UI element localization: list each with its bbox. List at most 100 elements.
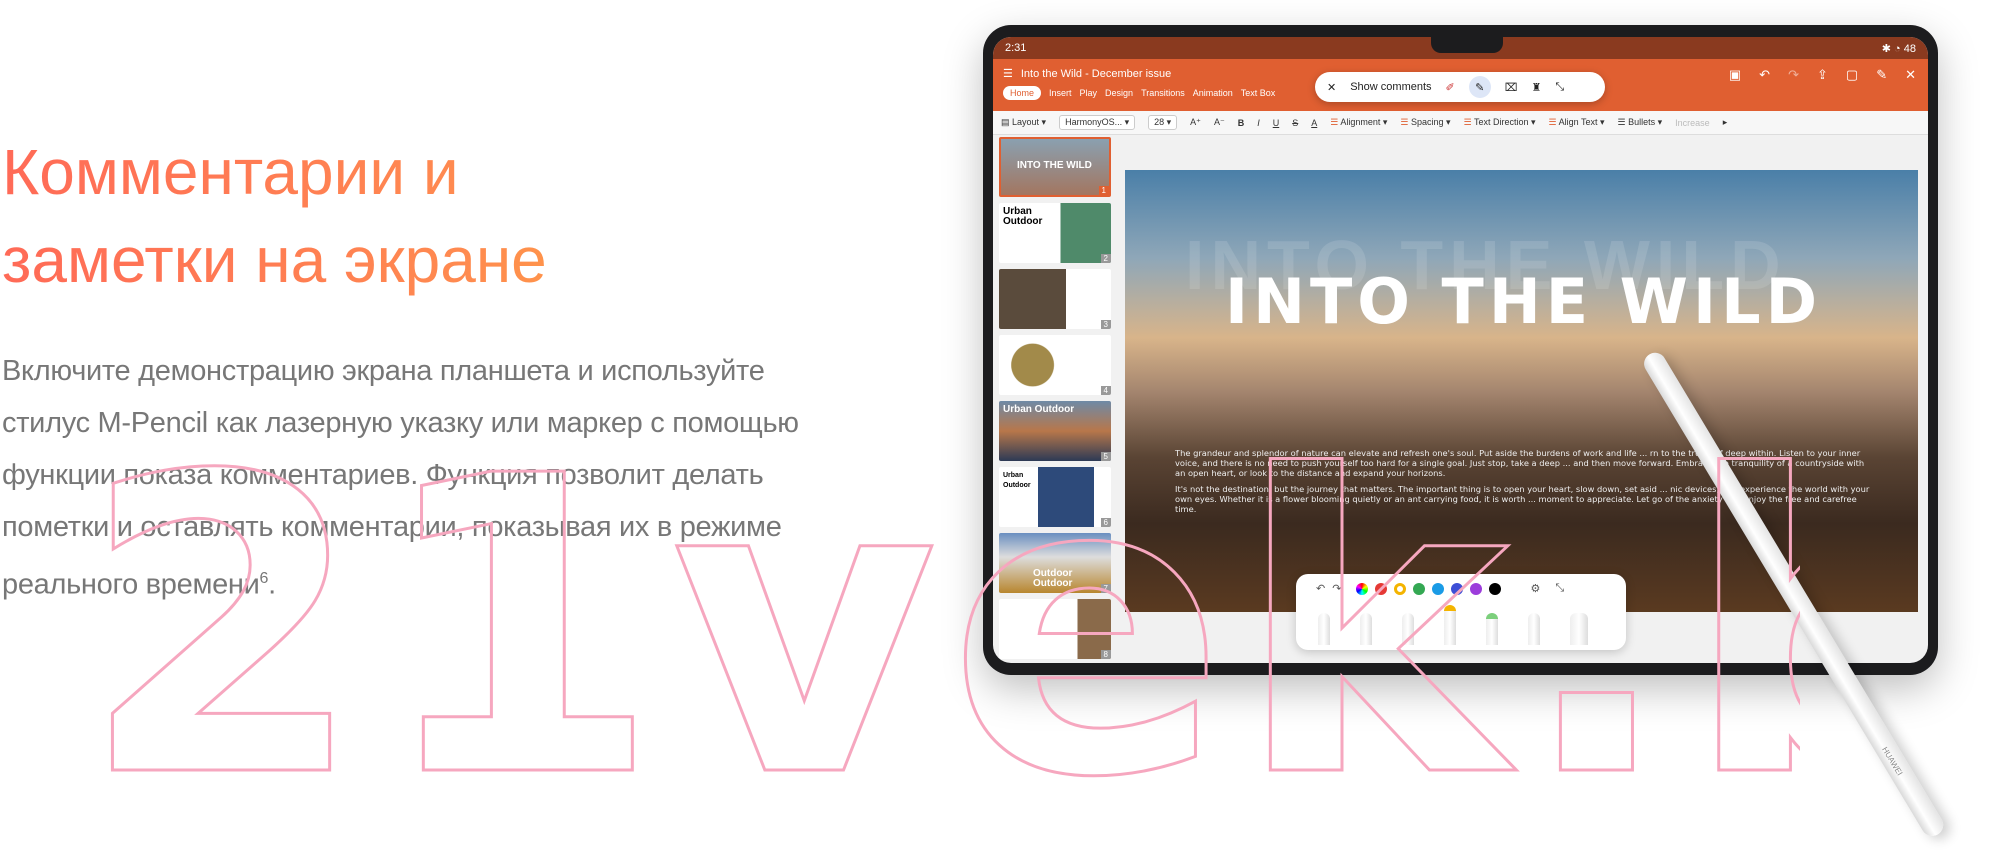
bullets-button[interactable]: ☰ Bullets ▾ xyxy=(1618,117,1663,128)
spacing-button[interactable]: ☰ Spacing ▾ xyxy=(1400,117,1450,128)
thumbnail-7[interactable]: Outdoor Outdoor 7 xyxy=(999,533,1111,593)
heading-line-1: Комментарии и xyxy=(2,136,459,208)
underline-icon[interactable]: U xyxy=(1273,118,1280,128)
menu-icon[interactable]: ☰ xyxy=(1003,67,1013,80)
tab-transitions[interactable]: Transitions xyxy=(1141,88,1185,98)
increase-font-icon[interactable]: A⁺ xyxy=(1190,117,1201,128)
camera-notch xyxy=(1431,37,1503,53)
redo-icon[interactable]: ↷ xyxy=(1788,67,1799,83)
layout-label: Layout xyxy=(1012,117,1040,127)
tab-home[interactable]: Home xyxy=(1003,86,1042,100)
align-text-button[interactable]: ☰ Align Text ▾ xyxy=(1549,117,1605,128)
thumbnail-4[interactable]: 4 xyxy=(999,335,1111,395)
annotate-icon[interactable]: ✎ xyxy=(1876,67,1887,83)
thumbnail-title: INTO THE WILD xyxy=(1017,160,1092,171)
bold-icon[interactable]: B xyxy=(1238,118,1245,128)
alignment-label: Alignment xyxy=(1340,117,1381,127)
tab-insert[interactable]: Insert xyxy=(1049,88,1072,98)
color-swatch-black[interactable] xyxy=(1489,582,1502,595)
font-size-value: 28 xyxy=(1154,117,1165,127)
ballpoint-pen-tool[interactable] xyxy=(1318,613,1330,645)
color-swatch-purple[interactable] xyxy=(1470,582,1483,595)
color-swatch-indigo[interactable] xyxy=(1451,582,1464,595)
font-value: HarmonyOS... xyxy=(1065,117,1123,127)
tab-play[interactable]: Play xyxy=(1080,88,1098,98)
italic-icon[interactable]: I xyxy=(1257,118,1260,128)
lasso-tool[interactable] xyxy=(1528,613,1540,645)
thumbnail-number: 4 xyxy=(1100,386,1111,395)
thumbnail-title: Urban Outdoor xyxy=(1003,472,1031,489)
clear-icon[interactable]: ♜ xyxy=(1531,81,1541,94)
font-select[interactable]: HarmonyOS... ▾ xyxy=(1059,115,1136,130)
text-direction-label: Text Direction xyxy=(1473,117,1529,127)
footnote[interactable]: 6 xyxy=(260,570,269,587)
collapse-icon[interactable]: ⤡ xyxy=(1555,582,1564,595)
decrease-font-icon[interactable]: A⁻ xyxy=(1214,117,1225,128)
thumbnail-title: Outdoor Outdoor xyxy=(1033,568,1073,589)
color-swatch-blue[interactable] xyxy=(1432,582,1445,595)
slide-canvas[interactable]: INTO THE WILD INTO THE WILD The grandeur… xyxy=(1125,170,1918,612)
share-icon[interactable]: ⇪ xyxy=(1817,67,1828,83)
tab-design[interactable]: Design xyxy=(1105,88,1133,98)
status-time: 2:31 xyxy=(1005,42,1027,54)
text-direction-button[interactable]: ☰ Text Direction ▾ xyxy=(1464,117,1536,128)
battery-level: 48 xyxy=(1903,42,1916,55)
thumbnail-2[interactable]: Urban Outdoor 2 xyxy=(999,203,1111,263)
pen-icon[interactable]: ✎ xyxy=(1468,76,1491,98)
highlighter-tool[interactable] xyxy=(1486,613,1498,645)
undo-icon[interactable]: ↶ xyxy=(1759,67,1770,83)
thumbnail-1[interactable]: INTO THE WILD 1 xyxy=(999,137,1111,197)
settings-icon[interactable]: ⚙ xyxy=(1530,582,1540,595)
page-icon[interactable]: ▢ xyxy=(1846,67,1858,83)
thumbnail-number: 6 xyxy=(1100,518,1111,527)
thumbnail-3[interactable]: 3 xyxy=(999,269,1111,329)
slide-title: INTO THE WILD xyxy=(1225,265,1823,338)
thumbnail-number: 1 xyxy=(1098,186,1109,195)
slide-paragraph-2: It's not the destination, but the journe… xyxy=(1175,484,1870,514)
align-text-label: Align Text xyxy=(1558,117,1598,127)
marker-tool[interactable] xyxy=(1444,605,1456,645)
eraser-tool[interactable] xyxy=(1570,613,1588,645)
alignment-button[interactable]: ☰ Alignment ▾ xyxy=(1330,117,1387,128)
stylus-brand: HUAWEI xyxy=(1880,745,1905,778)
description: Включите демонстрацию экрана планшета и … xyxy=(2,345,802,611)
format-toolbar: ▤ Layout ▾ HarmonyOS... ▾ 28 ▾ A⁺ A⁻ B I U S… xyxy=(993,111,1928,135)
tab-text-box[interactable]: Text Box xyxy=(1241,88,1276,98)
font-color-icon[interactable]: A xyxy=(1311,118,1317,128)
eraser-icon[interactable]: ⌧ xyxy=(1505,81,1518,94)
strikethrough-icon[interactable]: S xyxy=(1292,118,1298,128)
slide-paragraph-1: The grandeur and splendor of nature can … xyxy=(1175,448,1865,478)
color-picker-icon[interactable] xyxy=(1356,582,1369,595)
laser-pointer-icon[interactable]: ✐ xyxy=(1446,81,1455,94)
fountain-pen-tool[interactable] xyxy=(1360,613,1372,645)
save-icon[interactable]: ▣ xyxy=(1729,67,1741,83)
increase-indent-button[interactable]: Increase xyxy=(1675,118,1710,128)
pencil-tool[interactable] xyxy=(1402,613,1414,645)
thumbnail-6[interactable]: Urban Outdoor 6 xyxy=(999,467,1111,527)
close-icon[interactable]: ✕ xyxy=(1327,81,1336,94)
tab-animation[interactable]: Animation xyxy=(1193,88,1233,98)
redo-icon[interactable]: ↷ xyxy=(1332,582,1341,595)
font-size-select[interactable]: 28 ▾ xyxy=(1148,115,1178,130)
slide-thumbnails: INTO THE WILD 1 Urban Outdoor 2 3 4 Urban … xyxy=(999,137,1111,663)
show-comments-label[interactable]: Show comments xyxy=(1350,81,1431,93)
page-heading: Комментарии и заметки на экране xyxy=(2,128,762,304)
more-arrow-icon[interactable]: ▸ xyxy=(1723,117,1728,128)
thumbnail-5[interactable]: Urban Outdoor 5 xyxy=(999,401,1111,461)
thumbnail-title: Urban Outdoor xyxy=(1003,206,1043,227)
color-swatch-yellow-selected[interactable] xyxy=(1394,582,1407,595)
bullets-label: Bullets xyxy=(1628,117,1656,127)
thumbnail-number: 5 xyxy=(1100,452,1111,461)
undo-icon[interactable]: ↶ xyxy=(1316,582,1325,595)
collapse-icon[interactable]: ⤡ xyxy=(1555,81,1564,94)
color-swatch-red[interactable] xyxy=(1375,582,1388,595)
increase-label: Increase xyxy=(1675,117,1710,128)
pen-toolbar: ↶ ↷ ⚙ ⤡ xyxy=(1296,574,1626,650)
spacing-label: Spacing xyxy=(1411,117,1444,127)
color-swatch-green[interactable] xyxy=(1413,582,1426,595)
layout-button[interactable]: ▤ Layout ▾ xyxy=(1001,117,1046,128)
close-icon[interactable]: ✕ xyxy=(1905,67,1916,83)
thumbnail-8[interactable]: 8 xyxy=(999,599,1111,659)
description-end: . xyxy=(268,568,276,601)
description-text: Включите демонстрацию экрана планшета и … xyxy=(2,355,799,601)
